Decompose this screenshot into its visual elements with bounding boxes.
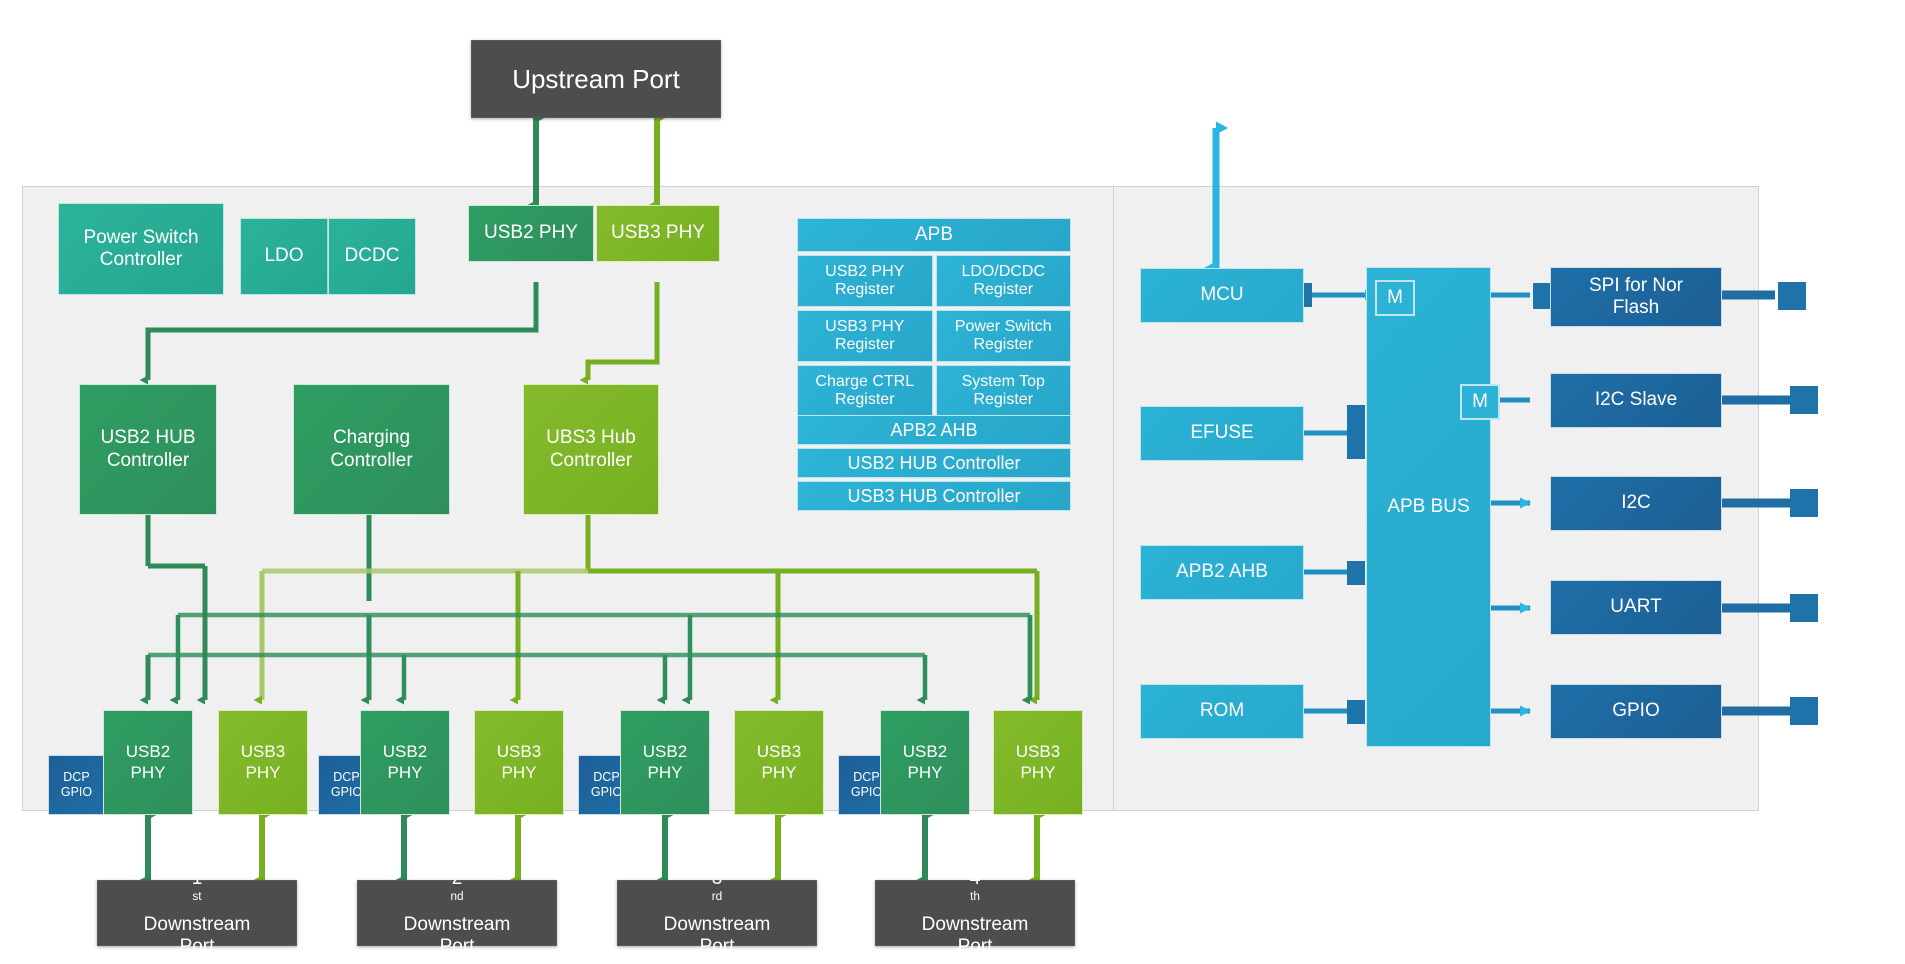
downstream-port-1-label: 1st Downstream Port bbox=[143, 867, 251, 958]
power-switch-controller-label: Power Switch Controller bbox=[83, 226, 199, 270]
phy-4-usb3[interactable]: USB3 PHY bbox=[993, 710, 1083, 815]
apb-cell-ldo-dcdc-register[interactable]: LDO/DCDC Register bbox=[935, 255, 1071, 307]
upstream-port[interactable]: Upstream Port bbox=[471, 40, 721, 118]
apb-cell-usb3-phy-register[interactable]: USB3 PHY Register bbox=[797, 310, 933, 362]
panel-divider bbox=[1113, 186, 1114, 811]
usb3-phy-top-label: USB3 PHY bbox=[611, 222, 705, 244]
pad-gpio bbox=[1790, 697, 1818, 725]
apb-cell-charge-ctrl-register[interactable]: Charge CTRL Register bbox=[797, 365, 933, 417]
charging-controller[interactable]: Charging Controller bbox=[293, 384, 450, 515]
apb-cell-usb2-phy-register[interactable]: USB2 PHY Register bbox=[797, 255, 933, 307]
mcu-label: MCU bbox=[1200, 284, 1244, 306]
block-diagram-canvas: Upstream Port Power Switch Controller LD… bbox=[0, 0, 1905, 964]
downstream-port-3[interactable]: 3rd Downstream Port bbox=[617, 868, 817, 957]
phy-1-usb3[interactable]: USB3 PHY bbox=[218, 710, 308, 815]
downstream-port-3-label: 3rd Downstream Port bbox=[663, 867, 771, 958]
efuse-label: EFUSE bbox=[1190, 422, 1254, 444]
phy-1-usb2[interactable]: USB2 PHY bbox=[103, 710, 193, 815]
usb2-hub-controller[interactable]: USB2 HUB Controller bbox=[79, 384, 217, 515]
usb3-hub-controller[interactable]: UBS3 Hub Controller bbox=[523, 384, 659, 515]
apb-row: Charge CTRL Register System Top Register bbox=[797, 365, 1071, 417]
downstream-port-1[interactable]: 1st Downstream Port bbox=[97, 868, 297, 957]
apb2ahb-usb2-hub-controller[interactable]: USB2 HUB Controller bbox=[797, 448, 1071, 478]
apb-cell-power-switch-register[interactable]: Power Switch Register bbox=[935, 310, 1071, 362]
apb-bus-label: APB BUS bbox=[1387, 495, 1470, 517]
usb3-hub-controller-label: UBS3 Hub Controller bbox=[546, 427, 636, 471]
usb2-phy-top-label: USB2 PHY bbox=[484, 222, 578, 244]
downstream-port-2[interactable]: 2nd Downstream Port bbox=[357, 868, 557, 957]
spi-for-nor-flash[interactable]: SPI for Nor Flash bbox=[1550, 267, 1722, 327]
phy-3-usb2[interactable]: USB2 PHY bbox=[620, 710, 710, 815]
downstream-port-4[interactable]: 4th Downstream Port bbox=[875, 868, 1075, 957]
pad-i2c bbox=[1790, 489, 1818, 517]
gpio-label: GPIO bbox=[1612, 700, 1660, 722]
dcp-gpio-1[interactable]: DCP GPIO bbox=[48, 755, 105, 815]
power-switch-controller[interactable]: Power Switch Controller bbox=[58, 203, 224, 295]
i2c-slave-label: I2C Slave bbox=[1594, 389, 1678, 411]
phy-4-usb2[interactable]: USB2 PHY bbox=[880, 710, 970, 815]
phy-2-usb2[interactable]: USB2 PHY bbox=[360, 710, 450, 815]
apb-header: APB bbox=[797, 218, 1071, 252]
i2c-label: I2C bbox=[1621, 492, 1651, 514]
uart-label: UART bbox=[1610, 596, 1662, 618]
usb2-hub-controller-label: USB2 HUB Controller bbox=[100, 427, 196, 471]
usb3-phy-top[interactable]: USB3 PHY bbox=[596, 205, 720, 262]
apb2-ahb-label: APB2 AHB bbox=[1176, 561, 1268, 583]
apb-bus[interactable]: APB BUS bbox=[1366, 267, 1491, 747]
charging-controller-label: Charging Controller bbox=[330, 427, 413, 471]
phy-2-usb3[interactable]: USB3 PHY bbox=[474, 710, 564, 815]
bus-nub-rom bbox=[1347, 700, 1365, 724]
apb-register-table: APB USB2 PHY Register LDO/DCDC Register … bbox=[797, 218, 1071, 417]
ldo-label: LDO bbox=[264, 245, 304, 267]
apb2ahb-header[interactable]: APB2 AHB bbox=[797, 415, 1071, 445]
phy-3-usb3[interactable]: USB3 PHY bbox=[734, 710, 824, 815]
gpio[interactable]: GPIO bbox=[1550, 684, 1722, 739]
apb-row: USB3 PHY Register Power Switch Register bbox=[797, 310, 1071, 362]
apb-bus-master-1: M bbox=[1375, 280, 1415, 316]
upstream-port-label: Upstream Port bbox=[512, 63, 680, 94]
apb2ahb-usb3-hub-controller[interactable]: USB3 HUB Controller bbox=[797, 481, 1071, 511]
i2c[interactable]: I2C bbox=[1550, 476, 1722, 531]
bus-nub-apb2ahb bbox=[1347, 561, 1365, 585]
apb2ahb-table: APB2 AHB USB2 HUB Controller USB3 HUB Co… bbox=[797, 415, 1071, 511]
apb-cell-system-top-register[interactable]: System Top Register bbox=[935, 365, 1071, 417]
apb-bus-master-2: M bbox=[1460, 384, 1500, 420]
rom-label: ROM bbox=[1199, 700, 1245, 722]
pad-spi bbox=[1778, 282, 1806, 310]
dcdc[interactable]: DCDC bbox=[328, 218, 416, 295]
spi-for-nor-flash-label: SPI for Nor Flash bbox=[1589, 274, 1683, 318]
apb-row: USB2 PHY Register LDO/DCDC Register bbox=[797, 255, 1071, 307]
rom[interactable]: ROM bbox=[1140, 684, 1304, 739]
i2c-slave[interactable]: I2C Slave bbox=[1550, 373, 1722, 428]
apb2-ahb[interactable]: APB2 AHB bbox=[1140, 545, 1304, 600]
usb2-phy-top[interactable]: USB2 PHY bbox=[468, 205, 594, 262]
bus-nub-efuse bbox=[1347, 405, 1365, 459]
efuse[interactable]: EFUSE bbox=[1140, 406, 1304, 461]
pad-uart bbox=[1790, 594, 1818, 622]
downstream-port-4-label: 4th Downstream Port bbox=[921, 867, 1029, 958]
pad-i2c-slave bbox=[1790, 386, 1818, 414]
downstream-port-2-label: 2nd Downstream Port bbox=[403, 867, 511, 958]
mcu[interactable]: MCU bbox=[1140, 268, 1304, 323]
ldo[interactable]: LDO bbox=[240, 218, 328, 295]
uart[interactable]: UART bbox=[1550, 580, 1722, 635]
dcdc-label: DCDC bbox=[344, 245, 400, 267]
